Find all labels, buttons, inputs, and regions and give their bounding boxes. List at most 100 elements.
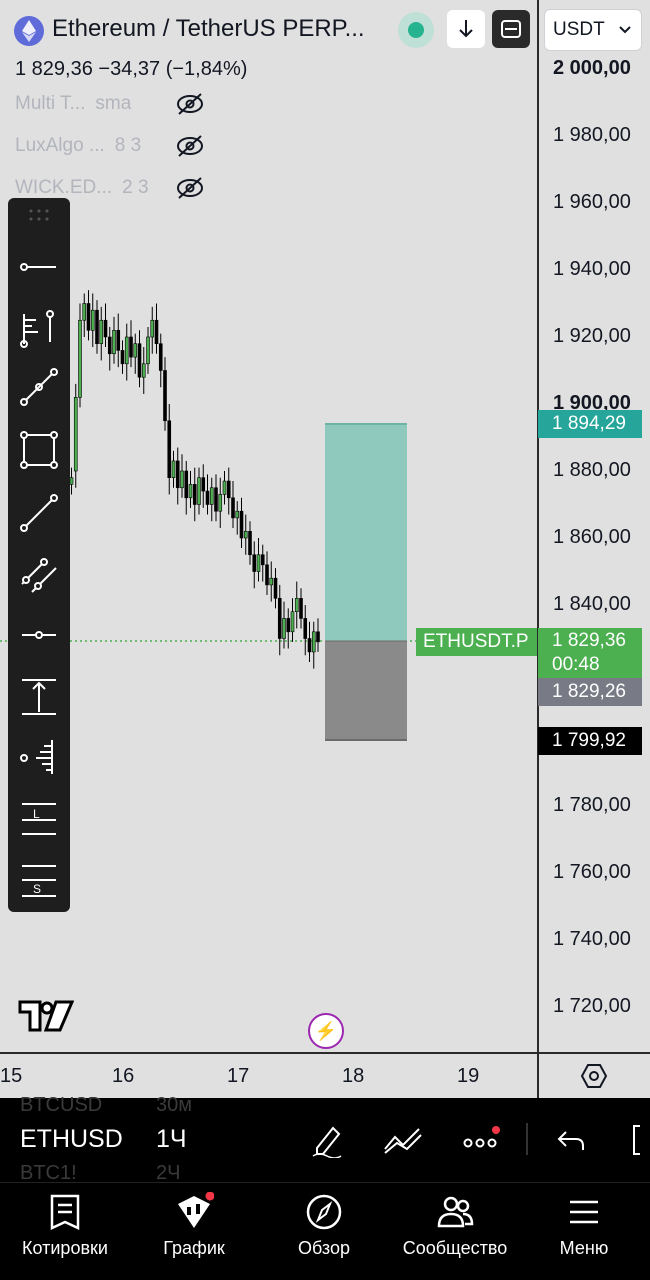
rectangle-tool-icon[interactable] [18, 429, 60, 471]
time-tick: 19 [457, 1065, 480, 1087]
chevron-down-icon [619, 26, 631, 34]
candle-body [107, 336, 112, 355]
trend-line-tool-icon[interactable] [18, 492, 60, 534]
position-profit-zone[interactable] [325, 424, 407, 641]
interval-picker[interactable]: 1Ч [156, 1125, 187, 1154]
target-price-label: 1 894,29 [538, 410, 642, 438]
eye-off-icon[interactable] [175, 92, 205, 116]
candle-body [265, 564, 269, 586]
chart-icon [178, 1192, 214, 1228]
price-tick: 2 000,00 [553, 57, 631, 79]
candle-body [158, 343, 163, 371]
more-dots-icon [463, 1126, 500, 1148]
candle-body [218, 494, 223, 512]
nav-item-quotes[interactable]: Котировки [0, 1188, 130, 1268]
price-tick: 1 980,00 [553, 124, 631, 146]
indicator-legend-3[interactable]: WICK.ED... 2 3 [15, 177, 149, 199]
symbol-picker[interactable]: ETHUSD [20, 1125, 123, 1154]
indicator-legend-1[interactable]: Multi T... sma [15, 93, 131, 115]
candle-body [192, 484, 197, 505]
download-button[interactable] [447, 10, 485, 48]
scale-settings-icon[interactable] [580, 1062, 608, 1090]
candle-body [150, 319, 155, 338]
short-position-tool-icon[interactable]: S [18, 860, 60, 902]
nav-item-explore[interactable]: Обзор [259, 1188, 389, 1268]
market-status-icon[interactable] [398, 12, 434, 48]
candle-body [82, 303, 87, 321]
candle-body [129, 336, 133, 358]
candle-body [180, 470, 184, 489]
horizontal-line-tool-icon[interactable] [18, 614, 60, 656]
candle-countdown: 00:48 [552, 654, 600, 675]
fullscreen-button[interactable] [624, 1120, 650, 1160]
candle-body [243, 530, 248, 539]
price-tick: 1 940,00 [553, 258, 631, 280]
trend-angle-tool-icon[interactable] [18, 366, 60, 408]
candle-body [99, 319, 104, 345]
fullscreen-icon [633, 1125, 640, 1155]
square-brackets-icon [501, 20, 521, 38]
layout-toggle-button[interactable] [492, 10, 530, 48]
tradingview-logo[interactable] [18, 1000, 74, 1032]
candle-body [294, 597, 299, 612]
candle-body [171, 460, 176, 479]
horizontal-ray-tool-icon[interactable] [18, 246, 60, 288]
candle-body [286, 618, 291, 633]
candle-body [252, 554, 257, 572]
candle-body [260, 554, 265, 566]
position-loss-zone[interactable] [325, 641, 407, 740]
arrow-down-icon [459, 20, 473, 38]
indicators-icon [384, 1128, 422, 1154]
price-tick: 1 920,00 [553, 325, 631, 347]
compass-icon [306, 1194, 342, 1230]
candle-body [282, 618, 286, 639]
candle-body [167, 420, 172, 479]
long-position-tool-icon[interactable]: L [18, 798, 60, 840]
indicators-button[interactable] [381, 1120, 425, 1160]
ghost-symbol-above: BTCUSD [20, 1094, 103, 1116]
candle-body [290, 611, 295, 633]
price-chart[interactable] [0, 0, 537, 1052]
more-button[interactable] [458, 1120, 502, 1160]
currency-select[interactable]: USDT [544, 9, 642, 51]
candle-body [154, 319, 159, 345]
parallel-channel-tool-icon[interactable] [18, 554, 60, 596]
candle-body [112, 329, 116, 355]
candle-body [90, 309, 95, 331]
price-tick: 1 860,00 [553, 526, 631, 548]
stop-price-label: 1 799,92 [538, 727, 642, 755]
candle-body [69, 477, 74, 485]
candle-body [205, 490, 210, 505]
indicator-legend-2[interactable]: LuxAlgo ... 8 3 [15, 135, 141, 157]
candle-body [303, 618, 308, 639]
ghost-interval-above: 30м [156, 1094, 192, 1116]
price-tick: 1 760,00 [553, 861, 631, 883]
lightning-icon[interactable]: ⚡ [308, 1013, 344, 1049]
nav-item-community[interactable]: Сообщество [390, 1188, 520, 1268]
volume-profile-tool-icon[interactable] [18, 306, 60, 348]
candle-body [299, 597, 303, 619]
candle-body [116, 329, 121, 351]
eye-off-icon[interactable] [175, 134, 205, 158]
eye-off-icon[interactable] [175, 176, 205, 200]
drag-handle-icon[interactable] [28, 208, 50, 222]
entry-price-label: 1 829,26 [538, 678, 642, 706]
fixed-range-volume-icon[interactable] [18, 736, 60, 778]
candle-body [231, 497, 235, 519]
undo-button[interactable] [549, 1120, 593, 1160]
candle-body [311, 631, 316, 653]
candle-body [133, 343, 138, 358]
candle-body [78, 319, 82, 398]
candle-body [226, 480, 231, 499]
candle-body [163, 370, 167, 422]
nav-item-chart[interactable]: График [129, 1188, 259, 1268]
candle-body [273, 577, 278, 599]
time-axis[interactable] [0, 1052, 650, 1098]
symbol-title[interactable]: Ethereum / TetherUS PERP... [52, 15, 365, 43]
price-range-tool-icon[interactable] [18, 676, 60, 718]
nav-item-menu[interactable]: Меню [519, 1188, 649, 1268]
quotes-icon [50, 1194, 80, 1230]
drawing-tools-button[interactable] [305, 1120, 349, 1160]
candle-body [86, 303, 91, 331]
candle-body [120, 350, 125, 365]
